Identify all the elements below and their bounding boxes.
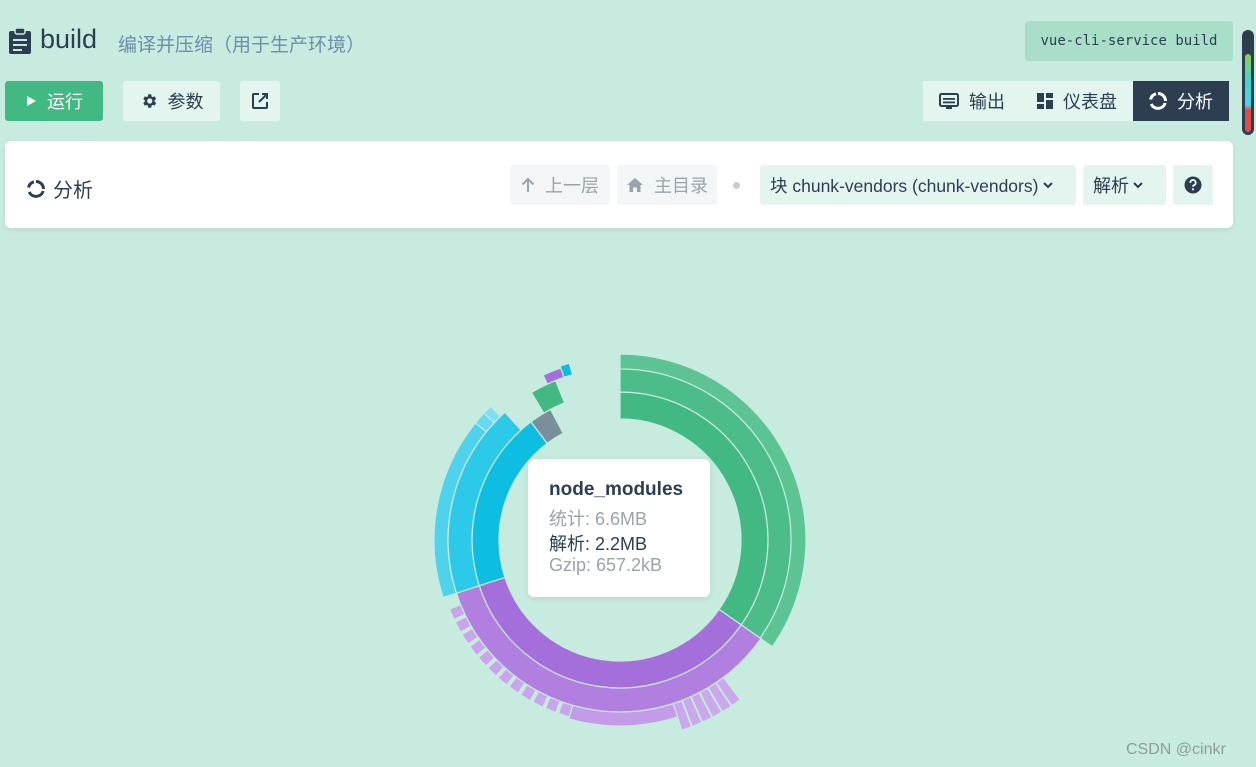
- tab-output-label: 输出: [969, 92, 1005, 112]
- watermark: CSDN @cinkr: [1126, 741, 1226, 758]
- home-icon: [627, 178, 643, 192]
- size-mode-value: 解析: [1093, 176, 1129, 196]
- chunk-select[interactable]: 块 chunk-vendors (chunk-vendors): [760, 165, 1076, 205]
- tab-output[interactable]: 输出: [923, 81, 1021, 121]
- size-mode-select[interactable]: 解析: [1083, 165, 1166, 205]
- go-up-label: 上一层: [545, 176, 599, 196]
- params-button[interactable]: 参数: [123, 81, 220, 121]
- page-subtitle: 编译并压缩（用于生产环境）: [118, 35, 366, 56]
- dashboard-icon: [1037, 93, 1053, 109]
- open-external-button[interactable]: [240, 81, 280, 121]
- sunburst-segment[interactable]: [557, 701, 574, 718]
- module-tooltip: node_modules 统计: 6.6MB 解析: 2.2MB Gzip: 6…: [528, 459, 710, 597]
- home-label: 主目录: [654, 176, 708, 196]
- run-button-label: 运行: [47, 92, 83, 112]
- tooltip-gzip-size: Gzip: 657.2kB: [549, 555, 663, 575]
- gear-icon: [142, 94, 156, 108]
- go-up-button[interactable]: 上一层: [510, 165, 610, 205]
- donut-icon: [27, 179, 45, 198]
- sunburst-segment[interactable]: [542, 367, 565, 385]
- arrow-up-icon: [521, 177, 535, 192]
- sunburst-segment[interactable]: [530, 379, 566, 414]
- tab-dashboard[interactable]: 仪表盘: [1021, 81, 1133, 121]
- help-icon: [1184, 176, 1202, 194]
- tooltip-stat-size: 统计: 6.6MB: [549, 509, 648, 529]
- home-button[interactable]: 主目录: [617, 165, 717, 205]
- command-badge: vue-cli-service build: [1025, 21, 1233, 61]
- separator-dot: [733, 182, 740, 189]
- tooltip-parsed-size: 解析: 2.2MB: [549, 534, 648, 554]
- params-button-label: 参数: [167, 92, 204, 112]
- chevron-down-icon: [1133, 182, 1143, 189]
- tab-analyzer-label: 分析: [1177, 92, 1213, 112]
- page-title: build: [40, 24, 98, 54]
- tooltip-module-name: node_modules: [549, 479, 684, 500]
- help-button[interactable]: [1173, 165, 1213, 205]
- terminal-icon: [939, 93, 959, 109]
- open-external-icon: [252, 93, 268, 109]
- view-tabs: 输出 仪表盘 分析: [923, 81, 1229, 121]
- analyzer-panel: 分析 上一层 主目录 块 chunk-vendors (chunk-vendor…: [5, 141, 1233, 228]
- tab-analyzer[interactable]: 分析: [1133, 81, 1229, 121]
- chunk-select-value: 块 chunk-vendors (chunk-vendors): [770, 175, 1039, 196]
- run-button[interactable]: 运行: [5, 81, 103, 121]
- panel-title: 分析: [27, 174, 93, 203]
- panel-title-label: 分析: [53, 180, 93, 202]
- tab-dashboard-label: 仪表盘: [1063, 92, 1117, 112]
- clipboard-icon: [9, 27, 31, 54]
- chevron-down-icon: [1043, 182, 1053, 189]
- play-icon: [27, 96, 36, 106]
- donut-icon: [1149, 92, 1167, 110]
- scrollbar-indicator: [1245, 54, 1251, 132]
